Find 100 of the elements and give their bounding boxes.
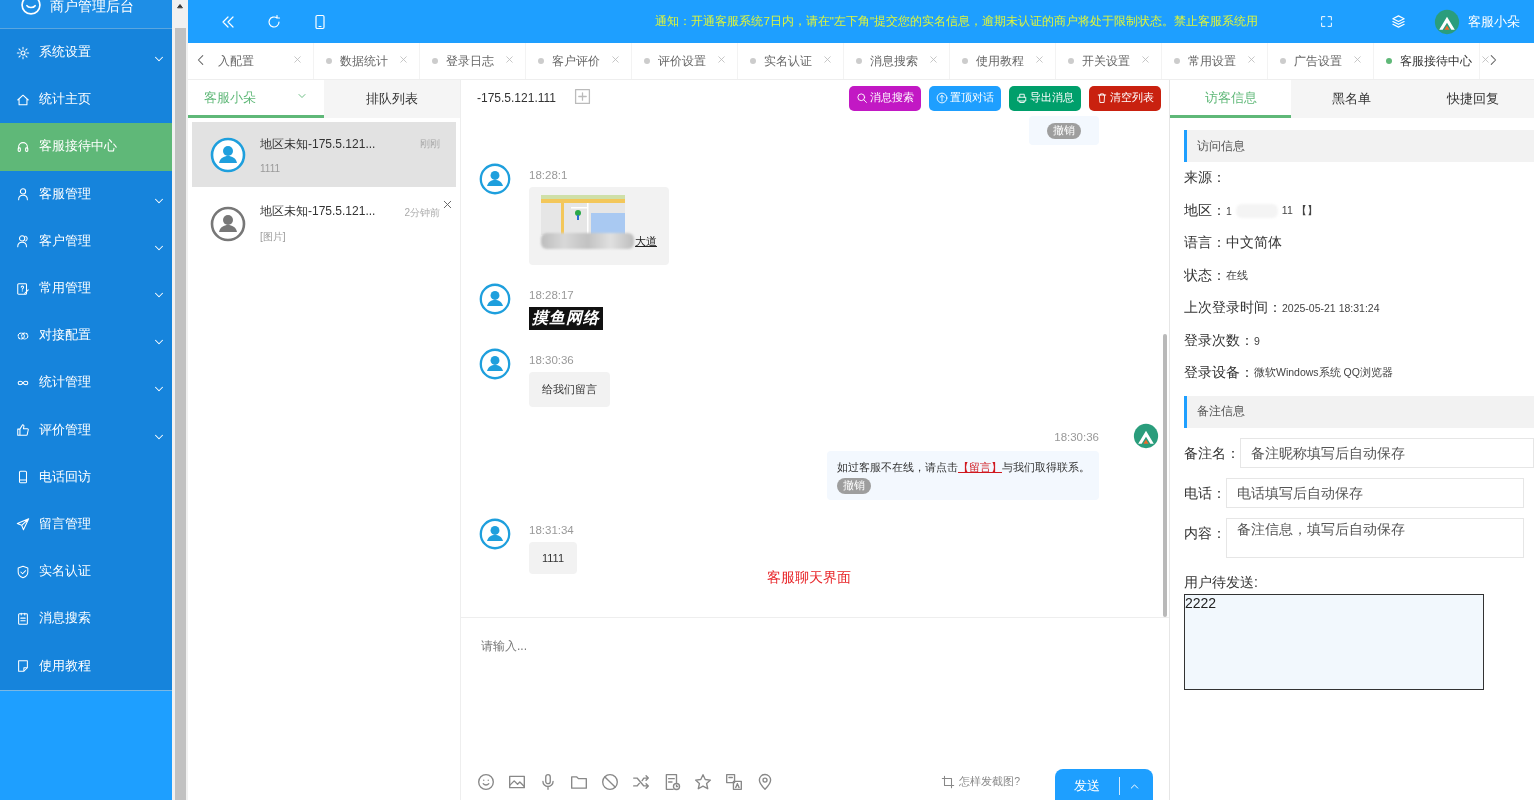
microphone-icon[interactable] [539,773,557,791]
tablet-icon[interactable] [312,13,328,30]
page-tab[interactable]: 登录日志 [420,43,526,79]
shield-icon [16,564,30,579]
message-time: 18:30:36 [1054,431,1099,443]
send-button[interactable]: 发送 [1055,769,1153,800]
sidebar-label: 留言管理 [39,515,91,533]
arrow-up-circle-icon [936,92,948,104]
message-link[interactable]: 【留言】 [958,461,1002,473]
input-field[interactable]: 电话填写后自动保存 [1226,477,1524,508]
input-field[interactable]: 2222 [1184,593,1484,690]
layers-icon[interactable] [1391,14,1406,29]
tab-label: 客服小朵 [204,88,256,107]
sidebar-item[interactable]: 使用教程 [0,642,172,690]
sidebar-item[interactable]: 留言管理 [0,500,172,549]
avatar-icon [479,163,511,195]
info-label: 上次登录时间： [1184,299,1282,318]
section-header: 备注信息 [1184,395,1534,428]
page-tab[interactable]: 实名认证 [738,43,844,79]
sidebar-item[interactable]: 系统设置 [0,29,172,77]
printer-icon [1016,92,1028,104]
sidebar-label: 实名认证 [39,563,91,581]
message-input[interactable]: 请输入... [477,618,1153,764]
plus-square-icon[interactable] [573,87,591,105]
sidebar-item[interactable]: 客服管理 [0,170,172,218]
info-value: 1 [1226,204,1232,217]
action-button[interactable]: 消息搜索 [849,85,921,111]
message-preview: 1111 [260,162,282,174]
translate-icon[interactable] [725,773,743,791]
sidebar-item[interactable]: 电话回访 [0,453,172,501]
tab-label: 客户评价 [552,52,600,70]
message-time: 18:28:17 [529,289,574,301]
field-label: 电话： [1184,484,1226,503]
page-tab[interactable]: 使用教程 [950,43,1056,79]
tab-label: 登录日志 [446,52,494,70]
info-value: 中文简体 [1226,234,1282,253]
sidebar-item[interactable]: 常用管理 [0,264,172,313]
panel-tab[interactable]: 黑名单 [1291,80,1413,118]
smiley-icon[interactable] [477,773,495,791]
revoke-button[interactable]: 撤销 [1047,123,1081,139]
page-tab[interactable]: 客服接待中心 [1374,43,1480,79]
message-time: 18:31:34 [529,524,574,536]
panel-tab[interactable]: 排队列表 [324,80,460,118]
page-tab[interactable]: 入配置 [214,43,314,79]
map-address[interactable]: 大道 [635,233,657,249]
document-clock-icon[interactable] [663,773,681,791]
input-field[interactable]: 备注昵称填写后自动保存 [1240,437,1534,468]
visitor-item[interactable]: 地区未知-175.5.121... [图片] 2分钟前 [192,191,456,256]
input-field[interactable]: 备注信息，填写后自动保存 [1226,517,1524,558]
ban-icon[interactable] [601,773,619,791]
page-tab[interactable]: 数据统计 [314,43,420,79]
image-icon[interactable] [508,773,526,791]
shuffle-icon[interactable] [632,773,650,791]
action-button[interactable]: 置顶对话 [929,85,1001,111]
tab-label: 数据统计 [340,52,388,70]
page-tab[interactable]: 客户评价 [526,43,632,79]
sidebar-label: 统计主页 [39,91,91,109]
close-icon[interactable] [441,198,454,211]
trash-icon [1096,92,1108,104]
tab-label: 消息搜索 [870,52,918,70]
sidebar-item[interactable]: 消息搜索 [0,595,172,643]
user-icon [16,187,30,202]
field-label: 内容： [1184,524,1226,543]
visitor-name: 地区未知-175.5.121... [260,135,377,153]
sidebar-item[interactable]: 客服接待中心 [0,123,172,171]
fullscreen-icon[interactable] [1320,15,1333,28]
star-icon[interactable] [694,773,712,791]
sidebar-item[interactable]: 客户管理 [0,217,172,265]
scrollbar[interactable] [1163,334,1167,617]
page-tab[interactable]: 开关设置 [1056,43,1162,79]
field-label: 用户待发送: [1184,573,1259,592]
page-tab[interactable]: 常用设置 [1162,43,1268,79]
user-name[interactable]: 客服小朵 [1468,12,1520,31]
sidebar-label: 客户管理 [39,232,91,250]
sidebar-item[interactable]: 评价管理 [0,406,172,454]
note-icon [16,281,30,296]
refresh-icon[interactable] [266,13,282,30]
screenshot-help-link[interactable]: 怎样发截图? [941,775,1020,789]
section-header: 访问信息 [1184,130,1534,162]
page-tab[interactable]: 消息搜索 [844,43,950,79]
sidebar-item[interactable]: 统计主页 [0,76,172,124]
tab-label: 常用设置 [1188,52,1236,70]
panel-tab[interactable]: 快捷回复 [1412,80,1534,118]
page-tab[interactable]: 评价设置 [632,43,738,79]
location-pin-icon[interactable] [756,773,774,791]
thumbs-up-icon [16,423,30,438]
avatar-icon [479,518,511,550]
sidebar-item[interactable]: 实名认证 [0,548,172,596]
sidebar-item[interactable]: 对接配置 [0,312,172,360]
message-time: 18:28:1 [529,169,568,181]
action-button[interactable]: 导出消息 [1009,85,1081,111]
page-tab[interactable]: 广告设置 [1268,43,1374,79]
scrollbar[interactable] [172,0,188,800]
info-label: 地区： [1184,201,1226,220]
action-button[interactable]: 清空列表 [1089,85,1161,111]
sidebar-label: 消息搜索 [39,610,91,628]
sidebar-item[interactable]: 统计管理 [0,359,172,407]
message-time: 18:30:36 [529,354,574,366]
folder-icon[interactable] [570,773,588,791]
revoke-button[interactable]: 撤销 [837,478,871,494]
